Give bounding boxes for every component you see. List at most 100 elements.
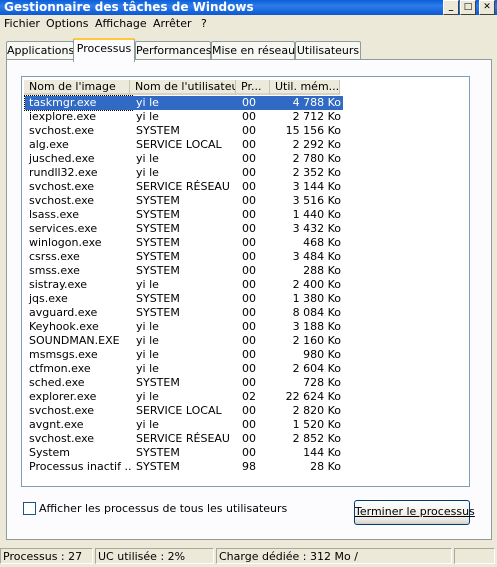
process-memory: 468 Ko: [303, 236, 341, 249]
tab-processus[interactable]: Processus: [73, 38, 135, 62]
tab-applications[interactable]: Applications: [6, 41, 74, 60]
process-row[interactable]: alg.exe SERVICE LOCAL 00 2 292 Ko: [25, 138, 465, 152]
process-row[interactable]: iexplore.exe yi le 00 2 712 Ko: [25, 110, 465, 124]
process-memory: 3 484 Ko: [292, 250, 341, 263]
menu-fichier[interactable]: Fichier: [4, 17, 40, 30]
process-row[interactable]: jusched.exe yi le 00 2 780 Ko: [25, 152, 465, 166]
column-header-memory[interactable]: Util. mém...: [270, 80, 340, 95]
menu-help[interactable]: ?: [201, 17, 207, 30]
process-row[interactable]: System SYSTEM 00 144 Ko: [25, 446, 465, 460]
show-all-users-label[interactable]: Afficher les processus de tous les utili…: [39, 502, 287, 515]
process-row[interactable]: ctfmon.exe yi le 00 2 604 Ko: [25, 362, 465, 376]
window-title: Gestionnaire des tâches de Windows: [4, 0, 254, 14]
process-memory: 3 516 Ko: [292, 194, 341, 207]
process-row[interactable]: Keyhook.exe yi le 00 3 188 Ko: [25, 320, 465, 334]
status-resize-grip[interactable]: [454, 548, 495, 564]
process-name: jusched.exe: [29, 152, 95, 165]
status-commit-charge: Charge dédiée : 312 Mo /: [216, 548, 452, 564]
process-name: taskmgr.exe: [24, 95, 133, 111]
column-header-cpu[interactable]: Pr...: [236, 80, 270, 95]
process-user: SYSTEM: [136, 306, 180, 319]
process-user: yi le: [132, 96, 242, 110]
process-memory: 980 Ko: [303, 348, 341, 361]
process-row[interactable]: explorer.exe yi le 02 22 624 Ko: [25, 390, 465, 404]
process-name: smss.exe: [29, 264, 80, 277]
process-name: avgnt.exe: [29, 418, 84, 431]
process-name: svchost.exe: [29, 432, 95, 445]
process-name: winlogon.exe: [29, 236, 102, 249]
process-row[interactable]: svchost.exe SYSTEM 00 3 516 Ko: [25, 194, 465, 208]
column-header-image-name[interactable]: Nom de l'image: [24, 80, 130, 95]
process-name: iexplore.exe: [29, 110, 96, 123]
process-user: SERVICE LOCAL: [136, 138, 222, 151]
process-memory: 288 Ko: [303, 264, 341, 277]
tab-mise-en-reseau[interactable]: Mise en réseau: [211, 41, 295, 60]
process-user: SYSTEM: [136, 222, 180, 235]
process-row[interactable]: svchost.exe SYSTEM 00 15 156 Ko: [25, 124, 465, 138]
process-memory: 2 400 Ko: [292, 278, 341, 291]
process-memory: 728 Ko: [303, 376, 341, 389]
process-name: svchost.exe: [29, 194, 95, 207]
process-user: SYSTEM: [136, 124, 180, 137]
process-memory: 1 520 Ko: [292, 418, 341, 431]
process-user: yi le: [136, 362, 159, 375]
process-row[interactable]: lsass.exe SYSTEM 00 1 440 Ko: [25, 208, 465, 222]
process-row[interactable]: Processus inactif ... SYSTEM 98 28 Ko: [25, 460, 465, 474]
process-row[interactable]: taskmgr.exe yi le 00 4 788 Ko: [24, 95, 465, 111]
process-row[interactable]: rundll32.exe yi le 00 2 352 Ko: [25, 166, 465, 180]
process-name: SOUNDMAN.EXE: [29, 334, 120, 347]
process-memory: 2 352 Ko: [292, 166, 341, 179]
title-bar[interactable]: Gestionnaire des tâches de Windows _ □ ✕: [0, 0, 497, 15]
end-process-button[interactable]: Terminer le processus: [354, 500, 475, 525]
process-row[interactable]: csrss.exe SYSTEM 00 3 484 Ko: [25, 250, 465, 264]
process-row[interactable]: svchost.exe SERVICE RÉSEAU 00 2 852 Ko: [25, 432, 465, 446]
process-user: SYSTEM: [136, 376, 180, 389]
process-name: System: [29, 446, 71, 459]
process-memory: 2 604 Ko: [292, 362, 341, 375]
process-memory: 28 Ko: [310, 460, 341, 473]
process-name: lsass.exe: [29, 208, 79, 221]
minimize-button[interactable]: _: [443, 0, 459, 15]
process-row[interactable]: sched.exe SYSTEM 00 728 Ko: [25, 376, 465, 390]
process-memory: 15 156 Ko: [285, 124, 341, 137]
process-name: Keyhook.exe: [29, 320, 99, 333]
process-row[interactable]: svchost.exe SERVICE RÉSEAU 00 3 144 Ko: [25, 180, 465, 194]
process-memory: 2 780 Ko: [292, 152, 341, 165]
menu-options[interactable]: Options: [46, 17, 88, 30]
process-memory: 144 Ko: [303, 446, 341, 459]
process-user: yi le: [136, 110, 159, 123]
process-row[interactable]: msmsgs.exe yi le 00 980 Ko: [25, 348, 465, 362]
tab-utilisateurs[interactable]: Utilisateurs: [295, 41, 361, 60]
maximize-button[interactable]: □: [460, 0, 476, 15]
process-row[interactable]: avguard.exe SYSTEM 00 8 084 Ko: [25, 306, 465, 320]
process-row[interactable]: winlogon.exe SYSTEM 00 468 Ko: [25, 236, 465, 250]
process-row[interactable]: svchost.exe SERVICE LOCAL 00 2 820 Ko: [25, 404, 465, 418]
menu-bar: Fichier Options Affichage Arrêter ?: [0, 15, 497, 33]
process-user: SYSTEM: [136, 292, 180, 305]
close-button[interactable]: ✕: [479, 0, 495, 15]
process-user: yi le: [136, 320, 159, 333]
menu-affichage[interactable]: Affichage: [95, 17, 147, 30]
process-user: yi le: [136, 152, 159, 165]
tab-performances[interactable]: Performances: [135, 41, 211, 60]
process-list[interactable]: Nom de l'image Nom de l'utilisateur Pr..…: [21, 76, 470, 487]
process-row[interactable]: sistray.exe yi le 00 2 400 Ko: [25, 278, 465, 292]
process-name: Processus inactif ...: [29, 460, 132, 473]
process-row[interactable]: services.exe SYSTEM 00 3 432 Ko: [25, 222, 465, 236]
column-header-user-name[interactable]: Nom de l'utilisateur: [130, 80, 236, 95]
show-all-users-checkbox[interactable]: [23, 502, 36, 515]
status-cpu-usage: UC utilisée : 2%: [95, 548, 214, 564]
process-row[interactable]: smss.exe SYSTEM 00 288 Ko: [25, 264, 465, 278]
process-row[interactable]: SOUNDMAN.EXE yi le 00 2 160 Ko: [25, 334, 465, 348]
process-name: alg.exe: [29, 138, 69, 151]
process-row[interactable]: avgnt.exe yi le 00 1 520 Ko: [25, 418, 465, 432]
process-memory: 3 188 Ko: [292, 320, 341, 333]
process-memory: 1 380 Ko: [292, 292, 341, 305]
menu-arreter[interactable]: Arrêter: [153, 17, 192, 30]
process-user: SERVICE RÉSEAU: [136, 180, 230, 193]
process-name: sistray.exe: [29, 278, 88, 291]
process-user: SERVICE RÉSEAU: [136, 432, 230, 445]
process-row[interactable]: jqs.exe SYSTEM 00 1 380 Ko: [25, 292, 465, 306]
process-memory: 2 292 Ko: [292, 138, 341, 151]
process-name: csrss.exe: [29, 250, 80, 263]
